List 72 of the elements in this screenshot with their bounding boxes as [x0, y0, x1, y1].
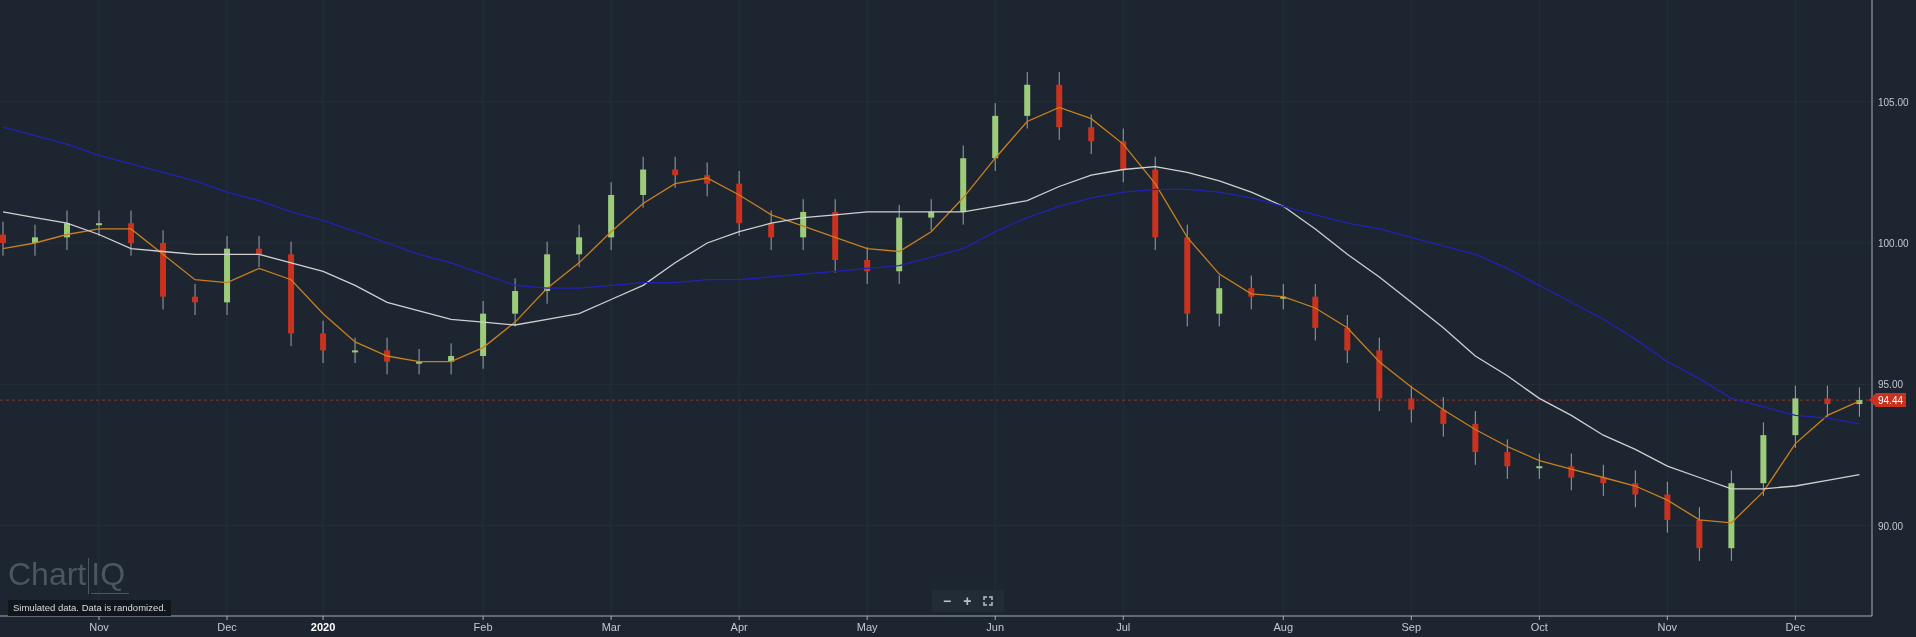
candlestick — [1696, 506, 1703, 562]
zoom-out-button[interactable]: − — [938, 592, 957, 610]
candlestick — [1248, 275, 1255, 310]
candlestick — [1280, 283, 1287, 310]
date-tick-label: Aug — [1273, 621, 1294, 633]
candlestick — [1600, 464, 1607, 497]
candlestick — [1024, 71, 1031, 130]
date-tick-label: Sep — [1401, 621, 1422, 633]
candlestick — [128, 210, 135, 257]
candlestick — [864, 246, 871, 285]
candlestick — [1088, 113, 1095, 155]
price-tick-label: 100.00 — [1878, 238, 1909, 249]
candlestick — [1536, 453, 1543, 480]
date-tick-label: Oct — [1530, 621, 1548, 633]
candlestick — [1792, 385, 1799, 449]
candlestick — [800, 198, 807, 251]
candlestick — [1216, 275, 1223, 327]
price-tick-label: 95.00 — [1878, 379, 1904, 391]
candlestick — [1824, 385, 1831, 418]
candlestick — [768, 210, 775, 251]
candlestick — [1472, 410, 1479, 466]
candlestick — [736, 170, 743, 237]
candlestick — [448, 342, 455, 375]
candlestick — [1664, 481, 1671, 534]
candlestick — [480, 300, 487, 370]
candlestick — [1632, 470, 1639, 508]
date-tick-label: May — [856, 621, 878, 633]
candlestick — [320, 320, 327, 364]
date-tick-label: Dec — [217, 621, 237, 633]
candlestick — [928, 198, 935, 231]
candlestick — [512, 277, 519, 327]
candlestick — [704, 162, 711, 197]
candlestick — [384, 337, 391, 375]
candlestick — [64, 210, 70, 251]
candlestick — [1504, 438, 1511, 480]
candlestick — [352, 337, 359, 364]
candlestick — [544, 241, 551, 305]
date-tick-label: Jul — [1116, 621, 1131, 633]
candlestick — [608, 181, 615, 251]
ref-line-label: 94.44 — [1878, 394, 1904, 406]
candlestick — [96, 210, 102, 237]
price-tick-label: 105.00 — [1878, 96, 1909, 108]
candlestick — [640, 156, 647, 209]
candlestick — [1440, 396, 1447, 438]
candlestick — [0, 221, 6, 257]
date-tick-label: Jun — [986, 621, 1005, 633]
candlestick — [1856, 386, 1863, 418]
date-tick-label: 2020 — [310, 621, 336, 633]
candlestick — [32, 224, 38, 257]
date-tick-label: Mar — [601, 621, 621, 633]
candlestick — [1568, 453, 1575, 491]
candlestick — [1056, 71, 1063, 141]
fullscreen-icon — [983, 596, 994, 606]
candlestick — [576, 224, 583, 268]
candlestick — [416, 348, 423, 375]
candlestick — [256, 235, 263, 268]
candlestick — [1408, 385, 1415, 423]
price-badge: 94.44 — [1869, 393, 1906, 408]
date-tick-label: Nov — [89, 621, 109, 633]
candlestick — [992, 102, 999, 172]
candlestick — [1312, 283, 1319, 341]
date-tick-label: Feb — [473, 621, 493, 633]
data-notice: Simulated data. Data is randomized. — [8, 600, 172, 617]
candlestick — [192, 283, 199, 316]
date-tick-label: Nov — [1657, 621, 1678, 633]
candlestick — [1344, 314, 1351, 364]
date-tick-label: Dec — [1785, 621, 1806, 633]
date-tick-label: Apr — [730, 621, 748, 633]
candlestick — [1120, 128, 1127, 183]
zoom-in-button[interactable]: + — [958, 592, 977, 610]
candlestick — [672, 156, 679, 189]
price-tick-label: 90.00 — [1878, 520, 1904, 532]
